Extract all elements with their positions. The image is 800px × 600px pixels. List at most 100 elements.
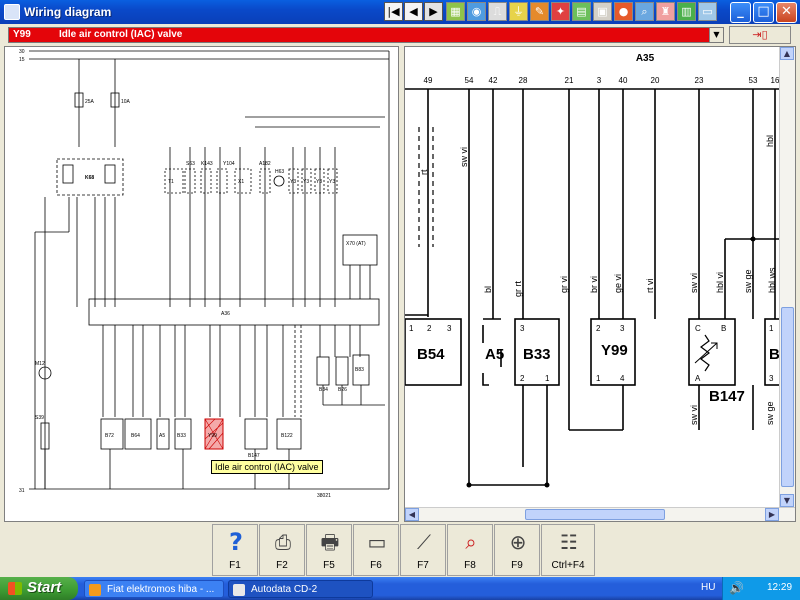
horizontal-scroll-thumb[interactable] [525,509,665,520]
component-label: Y3 [303,179,309,185]
component-code: Y99 [13,29,31,40]
wire-label: hbl [765,135,775,147]
tools-icon: ⟋ [417,530,431,554]
first-page-button[interactable]: |◀ [384,2,403,21]
component-y99[interactable]: Y99 [601,342,628,359]
language-indicator[interactable]: HU [701,582,715,593]
relay-label: K68 [85,175,94,181]
horizontal-scrollbar[interactable]: ◀ ▶ [405,507,795,521]
component-icon[interactable]: ▦ [446,2,465,21]
pin-label: C [695,324,701,333]
exit-button[interactable]: ⇥▯ [729,26,791,44]
wire-label: ge vi [613,274,623,293]
component-label: Y3 [316,179,322,185]
component-label: B72 [105,433,114,439]
zoomed-diagram: A35 49 54 42 28 21 3 40 20 23 53 16 rt s… [405,53,781,488]
scroll-down-icon[interactable]: ▼ [780,494,794,507]
search-component-button[interactable]: ⌕ F8 [447,524,493,576]
pin-label: 1 [769,324,774,333]
pin-number: 54 [465,76,474,85]
maximize-button[interactable]: □ [753,2,774,23]
fuse-icon[interactable]: ◉ [467,2,486,21]
pin-label: 2 [596,324,601,333]
function-key-bar: ? F1 ⎙ F2 🖶 F5 ▭ F6 ⟋ F7 ⌕ F8 ⊕ F9 ☷ Ctr… [212,524,596,576]
start-label: Start [27,579,62,596]
connector-label: X70 (AT) [346,241,366,247]
pin-label: 3 [620,324,625,333]
help-button[interactable]: ? F1 [212,524,258,576]
list-icon: ☷ [560,530,578,554]
reset-icon[interactable]: ♜ [656,2,675,21]
next-page-button[interactable]: ▶ [424,2,443,21]
pin-number: 42 [489,76,498,85]
component-label: B34 [319,387,328,393]
pin-number: 49 [424,76,433,85]
scroll-right-icon[interactable]: ▶ [765,508,779,521]
window-title: Wiring diagram [24,5,112,19]
pin-number: 21 [565,76,574,85]
component-label: A182 [259,161,271,167]
pin-label: 2 [520,374,525,383]
speaker-icon[interactable]: 🔊 [729,581,744,595]
fkey-label: F9 [511,560,523,571]
component-label: S39 [35,415,44,421]
autodata-icon [233,584,245,596]
close-button[interactable]: ✕ [776,2,797,23]
windows-flag-icon [8,582,22,595]
diagram-reference: 38021 [317,493,331,499]
zoomed-diagram-panel[interactable]: A35 49 54 42 28 21 3 40 20 23 53 16 rt s… [404,46,796,522]
wire-icon[interactable]: ✦ [551,2,570,21]
overview-diagram-panel[interactable]: 30 15 31 25A 10A K68 T1 S63 K143 Y104 X1… [4,46,399,522]
taskbar-item-autodata[interactable]: Autodata CD-2 [228,580,373,598]
scroll-up-icon[interactable]: ▲ [780,47,794,60]
pin-label: 3 [447,324,452,333]
component-b54[interactable]: B54 [417,346,445,363]
fkey-label: F2 [276,560,288,571]
scroll-left-icon[interactable]: ◀ [405,508,419,521]
minimize-button[interactable]: _ [730,2,751,23]
zoom-button[interactable]: ⊕ F9 [494,524,540,576]
splice-icon[interactable]: ▤ [572,2,591,21]
start-button[interactable]: Start [0,577,78,600]
component-label: B122 [281,433,293,439]
print-button[interactable]: 🖶 F5 [306,524,352,576]
connector-icon[interactable]: ✎ [530,2,549,21]
connector-label: A35 [636,53,655,64]
wire-label: hbl vi [715,272,725,293]
relay-icon[interactable]: ⎍ [488,2,507,21]
component-b33[interactable]: B33 [523,346,551,363]
component-label: Y99 [208,433,217,439]
component-label: B147 [248,453,260,459]
previous-page-button[interactable]: ◀ [404,2,423,21]
sensor-icon[interactable]: ▣ [593,2,612,21]
pin-label: 3 [769,374,774,383]
system-tray: HU 🔊 12:29 [701,577,800,600]
dropdown-arrow-icon[interactable]: ▼ [709,28,723,42]
location-icon[interactable]: ▥ [677,2,696,21]
print-preview-button[interactable]: ⎙ F2 [259,524,305,576]
wire-label: sw vi [689,405,699,425]
ground-icon[interactable]: ⏚ [509,2,528,21]
printer-icon: 🖶 [320,530,340,554]
component-values-button[interactable]: ▭ F6 [353,524,399,576]
pin-label: 4 [620,374,625,383]
fkey-label: F7 [417,560,429,571]
tools-button[interactable]: ⟋ F7 [400,524,446,576]
ecu-label: A36 [221,311,230,317]
component-selector[interactable]: Y99 Idle air control (IAC) valve ▼ [8,27,724,43]
wire-label: rt [419,169,429,175]
vertical-scrollbar[interactable]: ▲ ▼ [779,47,795,521]
zoom-icon[interactable]: ⌕ [635,2,654,21]
component-description: Idle air control (IAC) valve [59,29,183,40]
rail-label: 31 [19,488,25,494]
component-label: A5 [159,433,165,439]
component-a5[interactable]: A5 [485,346,504,363]
fuse-label: 25A [85,99,95,105]
list-button[interactable]: ☷ Ctrl+F4 [541,524,595,576]
list-view-icon[interactable]: ▭ [698,2,717,21]
vertical-scroll-thumb[interactable] [781,307,794,487]
taskbar-item-browser[interactable]: Fiat elektromos hiba - ... [84,580,224,598]
task-label: Fiat elektromos hiba - ... [107,584,215,595]
print-icon[interactable]: ● [614,2,633,21]
component-b147[interactable]: B147 [709,388,745,405]
